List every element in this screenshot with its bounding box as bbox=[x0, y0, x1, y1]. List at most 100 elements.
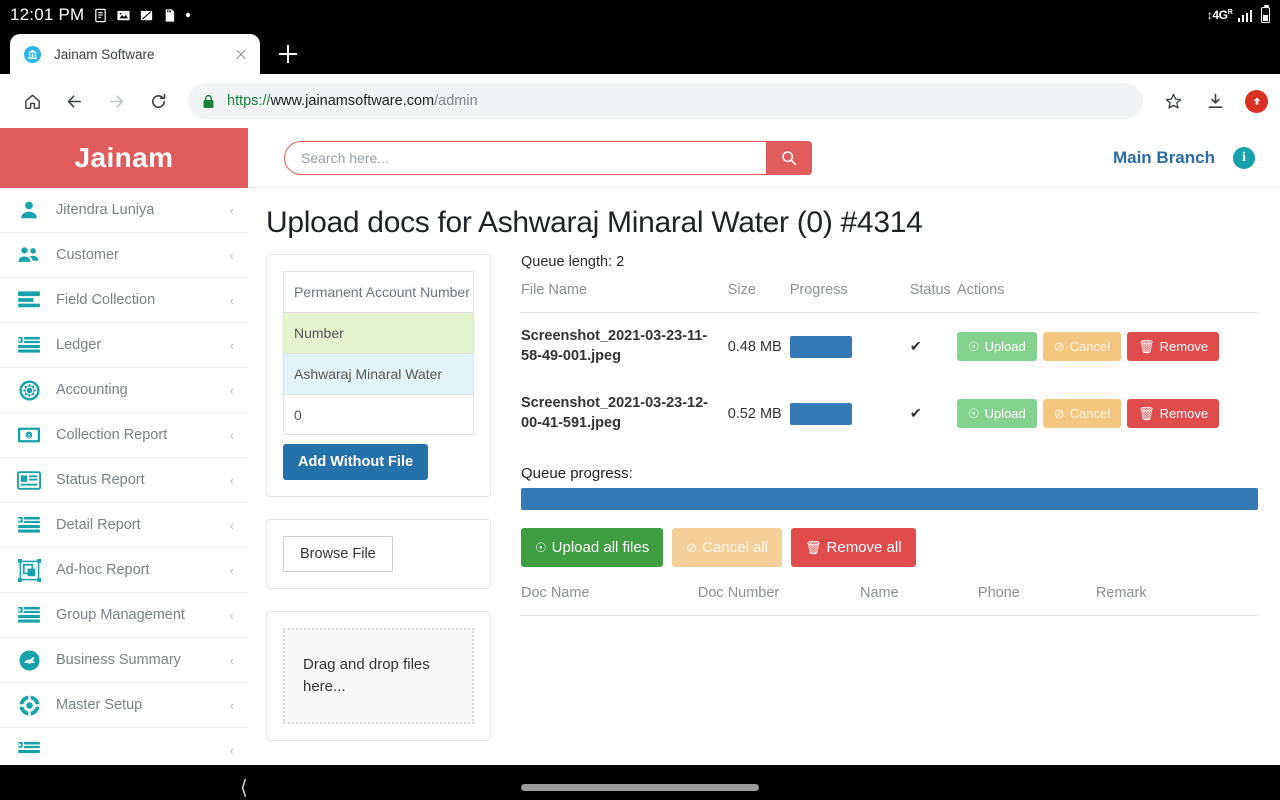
queue-length-label: Queue length: 2 bbox=[521, 254, 625, 270]
remove-label: Remove bbox=[1159, 406, 1209, 422]
list-card-icon bbox=[14, 740, 44, 760]
app-topbar: Main Branch i bbox=[248, 128, 1280, 188]
close-icon[interactable] bbox=[232, 45, 250, 63]
remove-button[interactable]: 🗑 Remove bbox=[1127, 332, 1220, 362]
money-icon: 0 bbox=[14, 426, 44, 444]
ban-icon: ⊘ bbox=[1053, 339, 1065, 355]
left-column: Permanent Account Number Number Ashwaraj… bbox=[266, 254, 491, 763]
image-icon bbox=[116, 8, 131, 23]
amount-input[interactable]: 0 bbox=[283, 394, 474, 435]
sidebar: Jainam Jitendra Luniya ‹ Customer ‹ Fiel… bbox=[0, 128, 248, 765]
cancel-all-button[interactable]: ⊘ Cancel all bbox=[672, 528, 782, 568]
add-doc-card: Permanent Account Number Number Ashwaraj… bbox=[266, 254, 491, 497]
sidebar-item-status-report[interactable]: Status Report ‹ bbox=[0, 458, 248, 503]
home-icon[interactable] bbox=[12, 81, 52, 121]
doc-number-input[interactable]: Number bbox=[283, 312, 474, 353]
search-button[interactable] bbox=[766, 140, 812, 175]
upload-all-files-button[interactable]: ☉ Upload all files bbox=[521, 528, 664, 568]
status-bar-right: ↕4GR bbox=[1207, 5, 1270, 23]
lock-icon bbox=[202, 94, 215, 109]
cancel-all-label: Cancel all bbox=[702, 539, 768, 557]
sidebar-item-jitendra-luniya[interactable]: Jitendra Luniya ‹ bbox=[0, 188, 248, 233]
sidebar-item-label: Field Collection bbox=[56, 292, 156, 308]
browse-file-button[interactable]: Browse File bbox=[283, 536, 393, 572]
svg-text:0: 0 bbox=[27, 434, 30, 440]
chevron-left-icon: ‹ bbox=[229, 562, 234, 578]
browser-toolbar: https://www.jainamsoftware.com/admin bbox=[0, 74, 1280, 128]
page-content: Upload docs for Ashwaraj Minaral Water (… bbox=[248, 188, 1280, 765]
sidebar-item-label: Ad-hoc Report bbox=[56, 562, 150, 578]
sidebar-item-master-setup[interactable]: Master Setup ‹ bbox=[0, 683, 248, 728]
upload-button[interactable]: ☉ Upload bbox=[956, 332, 1037, 362]
column-doc-name: Doc Name bbox=[521, 585, 698, 617]
brand-title: Jainam bbox=[74, 142, 174, 173]
new-tab-button[interactable] bbox=[274, 40, 302, 68]
customer-name-input[interactable]: Ashwaraj Minaral Water bbox=[283, 353, 474, 394]
column-name: Name bbox=[860, 585, 978, 617]
browse-file-card: Browse File bbox=[266, 519, 491, 589]
add-without-file-button[interactable]: Add Without File bbox=[283, 444, 429, 480]
back-chevron-icon[interactable]: ⟨ bbox=[240, 778, 248, 798]
cancel-label: Cancel bbox=[1069, 406, 1111, 422]
upload-button[interactable]: ☉ Upload bbox=[956, 399, 1037, 429]
chevron-left-icon: ‹ bbox=[229, 652, 234, 668]
reload-icon[interactable] bbox=[138, 81, 178, 121]
sidebar-item-accounting[interactable]: Accounting ‹ bbox=[0, 368, 248, 413]
sidebar-item-customer[interactable]: Customer ‹ bbox=[0, 233, 248, 278]
browser-chrome: Jainam Software https://www.jainamsoftwa… bbox=[0, 30, 1280, 128]
detail-list-icon bbox=[14, 515, 44, 535]
cancel-label: Cancel bbox=[1069, 339, 1111, 355]
search-input[interactable] bbox=[284, 140, 766, 175]
column-phone: Phone bbox=[977, 585, 1096, 617]
info-icon[interactable]: i bbox=[1233, 146, 1255, 169]
sidebar-item-group-management[interactable]: Group Management ‹ bbox=[0, 593, 248, 638]
file-status-cell: ✔ bbox=[909, 405, 922, 422]
speedometer-icon bbox=[14, 649, 44, 672]
sidebar-item-label: Collection Report bbox=[56, 427, 168, 443]
url-host: www.jainamsoftware.com bbox=[270, 93, 435, 109]
file-dropzone[interactable]: Drag and drop files here... bbox=[283, 628, 474, 724]
trash-icon: 🗑 bbox=[1138, 406, 1155, 422]
download-icon[interactable] bbox=[1195, 81, 1235, 121]
update-avatar-icon[interactable] bbox=[1245, 89, 1268, 113]
queue-progress-bar bbox=[521, 488, 1258, 511]
sidebar-item-label: Customer bbox=[56, 247, 119, 263]
row-actions: ☉ Upload ⊘ Cancel 🗑 Remove bbox=[956, 399, 1258, 429]
sidebar-item-collection-report[interactable]: 0 Collection Report ‹ bbox=[0, 413, 248, 458]
doc-name-input[interactable]: Permanent Account Number bbox=[283, 271, 474, 312]
chevron-left-icon: ‹ bbox=[229, 472, 234, 488]
sidebar-item-field-collection[interactable]: Field Collection ‹ bbox=[0, 278, 248, 323]
dropzone-card: Drag and drop files here... bbox=[266, 611, 491, 741]
file-progress-cell bbox=[789, 313, 910, 381]
remove-all-label: Remove all bbox=[826, 539, 902, 557]
browser-tab[interactable]: Jainam Software bbox=[10, 34, 260, 74]
cancel-button[interactable]: ⊘ Cancel bbox=[1042, 332, 1122, 362]
address-bar[interactable]: https://www.jainamsoftware.com/admin bbox=[188, 83, 1143, 119]
star-icon[interactable] bbox=[1153, 81, 1193, 121]
file-size-cell: 0.48 MB bbox=[727, 338, 782, 355]
file-name-cell: Screenshot_2021-03-23-11-58-49-001.jpeg bbox=[521, 328, 708, 364]
signal-bars-icon bbox=[1237, 9, 1252, 22]
trash-icon: 🗑 bbox=[1138, 339, 1155, 355]
sidebar-item-business-summary[interactable]: Business Summary ‹ bbox=[0, 638, 248, 683]
two-column-layout: Permanent Account Number Number Ashwaraj… bbox=[266, 254, 1258, 763]
file-name-cell: Screenshot_2021-03-23-12-00-41-591.jpeg bbox=[521, 395, 708, 431]
tab-title: Jainam Software bbox=[54, 46, 155, 62]
progress-bar bbox=[789, 402, 852, 425]
chevron-left-icon: ‹ bbox=[229, 517, 234, 533]
branch-label[interactable]: Main Branch bbox=[1113, 148, 1215, 168]
remove-all-button[interactable]: 🗑 Remove all bbox=[791, 528, 916, 568]
sidebar-item-partial[interactable]: ‹ bbox=[0, 728, 248, 765]
cancel-button[interactable]: ⊘ Cancel bbox=[1042, 399, 1122, 429]
progress-bar bbox=[789, 335, 852, 358]
users-icon bbox=[14, 244, 44, 266]
page-title: Upload docs for Ashwaraj Minaral Water (… bbox=[266, 206, 923, 239]
remove-button[interactable]: 🗑 Remove bbox=[1127, 399, 1220, 429]
table-row: Screenshot_2021-03-23-11-58-49-001.jpeg … bbox=[521, 313, 1258, 381]
column-remark: Remark bbox=[1095, 585, 1258, 617]
sidebar-item-ledger[interactable]: Ledger ‹ bbox=[0, 323, 248, 368]
back-icon[interactable] bbox=[54, 81, 94, 121]
sidebar-item-ad-hoc-report[interactable]: Ad-hoc Report ‹ bbox=[0, 548, 248, 593]
sidebar-item-detail-report[interactable]: Detail Report ‹ bbox=[0, 503, 248, 548]
home-pill[interactable] bbox=[521, 784, 759, 791]
